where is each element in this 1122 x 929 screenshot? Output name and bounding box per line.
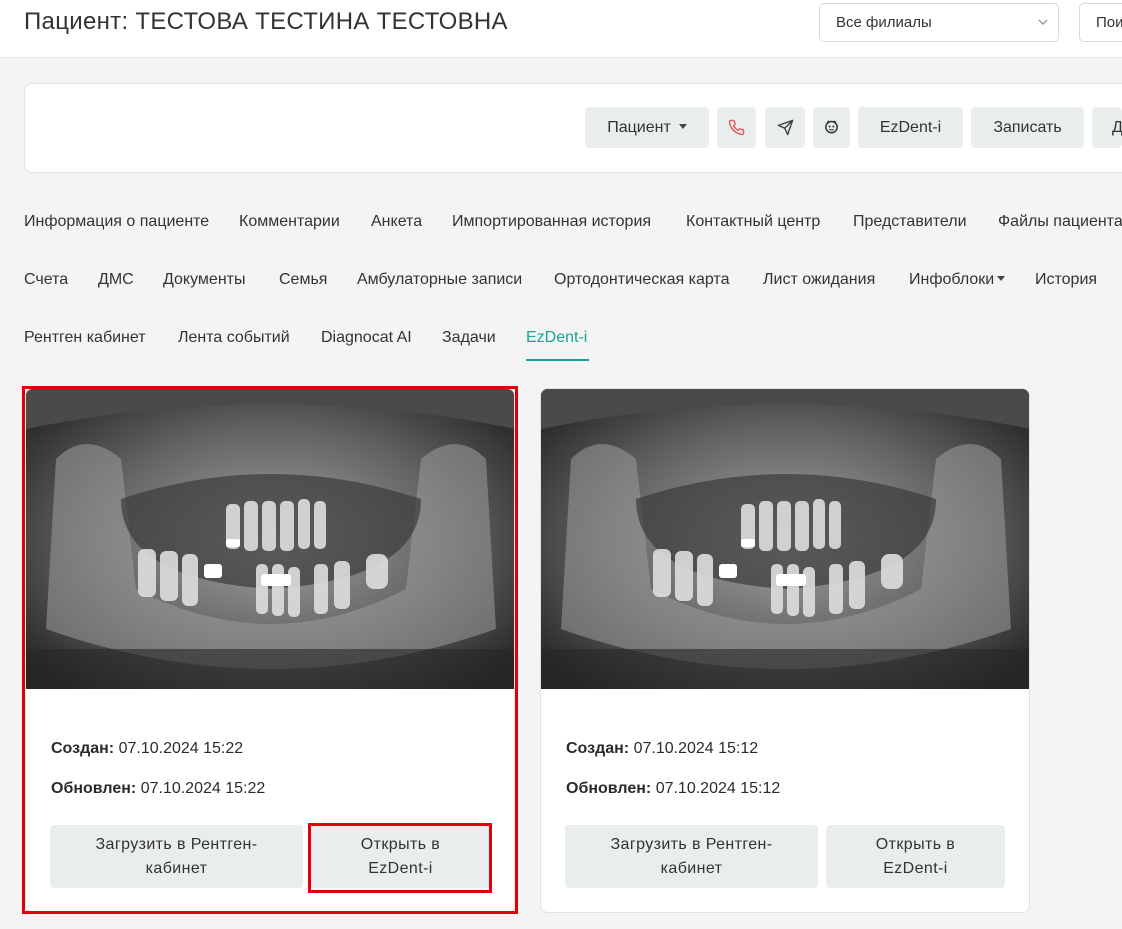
smile-button[interactable] (813, 107, 850, 148)
patient-menu-label: Пациент (607, 119, 671, 136)
open-button-label: Открыть в EzDent-i (876, 833, 955, 881)
upload-to-xray-room-button[interactable]: Загрузить в Рентген-кабинет (565, 825, 818, 888)
open-button-label: Открыть в EzDent-i (361, 833, 440, 881)
tab-patient-files[interactable]: Файлы пациента (998, 212, 1122, 232)
tab-questionnaire[interactable]: Анкета (371, 212, 422, 232)
tab-tasks[interactable]: Задачи (442, 328, 496, 348)
phone-icon (728, 119, 745, 136)
branch-select-value: Все филиалы (836, 14, 932, 31)
call-button[interactable] (717, 107, 756, 148)
tab-representatives[interactable]: Представители (853, 212, 967, 232)
caret-down-icon (678, 124, 687, 130)
tab-dms[interactable]: ДМС (98, 270, 134, 290)
updated-label: Обновлен: (51, 780, 137, 797)
tab-event-feed[interactable]: Лента событий (178, 328, 290, 348)
open-label-line-1: Открыть в (875, 835, 956, 853)
created-date: 07.10.2024 15:12 (633, 740, 759, 757)
tab-outpatient-records[interactable]: Амбулаторные записи (357, 270, 522, 290)
created-label: Создан: (51, 740, 115, 757)
xray-card: Создан: 07.10.2024 15:22 Обновлен: 07.10… (25, 388, 515, 913)
search-button[interactable]: Пои (1079, 3, 1122, 42)
upload-button-label: Загрузить в Рентген-кабинет (610, 833, 772, 881)
tab-family[interactable]: Семья (279, 270, 327, 290)
page-title: Пациент: ТЕСТОВА ТЕСТИНА ТЕСТОВНА (24, 8, 508, 35)
tab-patient-info[interactable]: Информация о пациенте (24, 212, 209, 232)
updated-info: Обновлен: 07.10.2024 15:12 (566, 780, 780, 798)
tab-contact-center[interactable]: Контактный центр (686, 212, 820, 232)
updated-label: Обновлен: (566, 780, 652, 797)
tab-orthodontic-chart[interactable]: Ортодонтическая карта (554, 270, 729, 290)
more-action-button[interactable]: Д (1092, 107, 1122, 148)
tab-waiting-list[interactable]: Лист ожидания (763, 270, 875, 290)
send-icon (777, 119, 793, 136)
upload-label-line-2: кабинет (145, 859, 208, 877)
tab-ezdent[interactable]: EzDent-i (526, 328, 587, 348)
upload-to-xray-room-button[interactable]: Загрузить в Рентген-кабинет (50, 825, 303, 888)
branch-select[interactable]: Все филиалы (819, 3, 1059, 42)
upload-label-line-2: кабинет (660, 859, 723, 877)
tab-history[interactable]: История (1035, 270, 1097, 290)
updated-date: 07.10.2024 15:12 (655, 780, 781, 797)
open-label-line-1: Открыть в (360, 835, 441, 853)
created-info: Создан: 07.10.2024 15:22 (51, 740, 243, 758)
tab-imported-history[interactable]: Импортированная история (452, 212, 651, 232)
caret-down-icon (997, 275, 1006, 281)
xray-card: Создан: 07.10.2024 15:12 Обновлен: 07.10… (540, 388, 1030, 913)
chevron-down-icon (1038, 4, 1048, 55)
top-bar: Пациент: ТЕСТОВА ТЕСТИНА ТЕСТОВНА Все фи… (0, 0, 1122, 58)
panoramic-xray-image[interactable] (26, 389, 515, 689)
panoramic-xray-image[interactable] (541, 389, 1030, 689)
created-info: Создан: 07.10.2024 15:12 (566, 740, 758, 758)
tab-xray-room[interactable]: Рентген кабинет (24, 328, 146, 348)
open-label-line-2: EzDent-i (368, 859, 433, 877)
smile-icon (825, 120, 838, 134)
patient-menu-button[interactable]: Пациент (585, 107, 709, 148)
open-in-ezdent-button[interactable]: Открыть в EzDent-i (311, 825, 490, 888)
tab-infoblocks-label: Инфоблоки (909, 271, 995, 288)
updated-date: 07.10.2024 15:22 (140, 780, 266, 797)
upload-button-label: Загрузить в Рентген-кабинет (95, 833, 257, 881)
open-in-ezdent-button[interactable]: Открыть в EzDent-i (826, 825, 1005, 888)
tab-documents[interactable]: Документы (163, 270, 245, 290)
ezdent-button[interactable]: EzDent-i (858, 107, 963, 148)
open-label-line-2: EzDent-i (883, 859, 948, 877)
tab-invoices[interactable]: Счета (24, 270, 68, 290)
send-message-button[interactable] (765, 107, 805, 148)
active-tab-indicator (526, 359, 589, 361)
tab-infoblocks[interactable]: Инфоблоки (909, 270, 1006, 290)
tab-diagnocat-ai[interactable]: Diagnocat AI (321, 328, 412, 348)
upload-label-line-1: Загрузить в Рентген- (95, 835, 258, 853)
tab-comments[interactable]: Комментарии (239, 212, 340, 232)
book-appointment-button[interactable]: Записать (971, 107, 1084, 148)
created-date: 07.10.2024 15:22 (118, 740, 244, 757)
created-label: Создан: (566, 740, 630, 757)
updated-info: Обновлен: 07.10.2024 15:22 (51, 780, 265, 798)
upload-label-line-1: Загрузить в Рентген- (610, 835, 773, 853)
